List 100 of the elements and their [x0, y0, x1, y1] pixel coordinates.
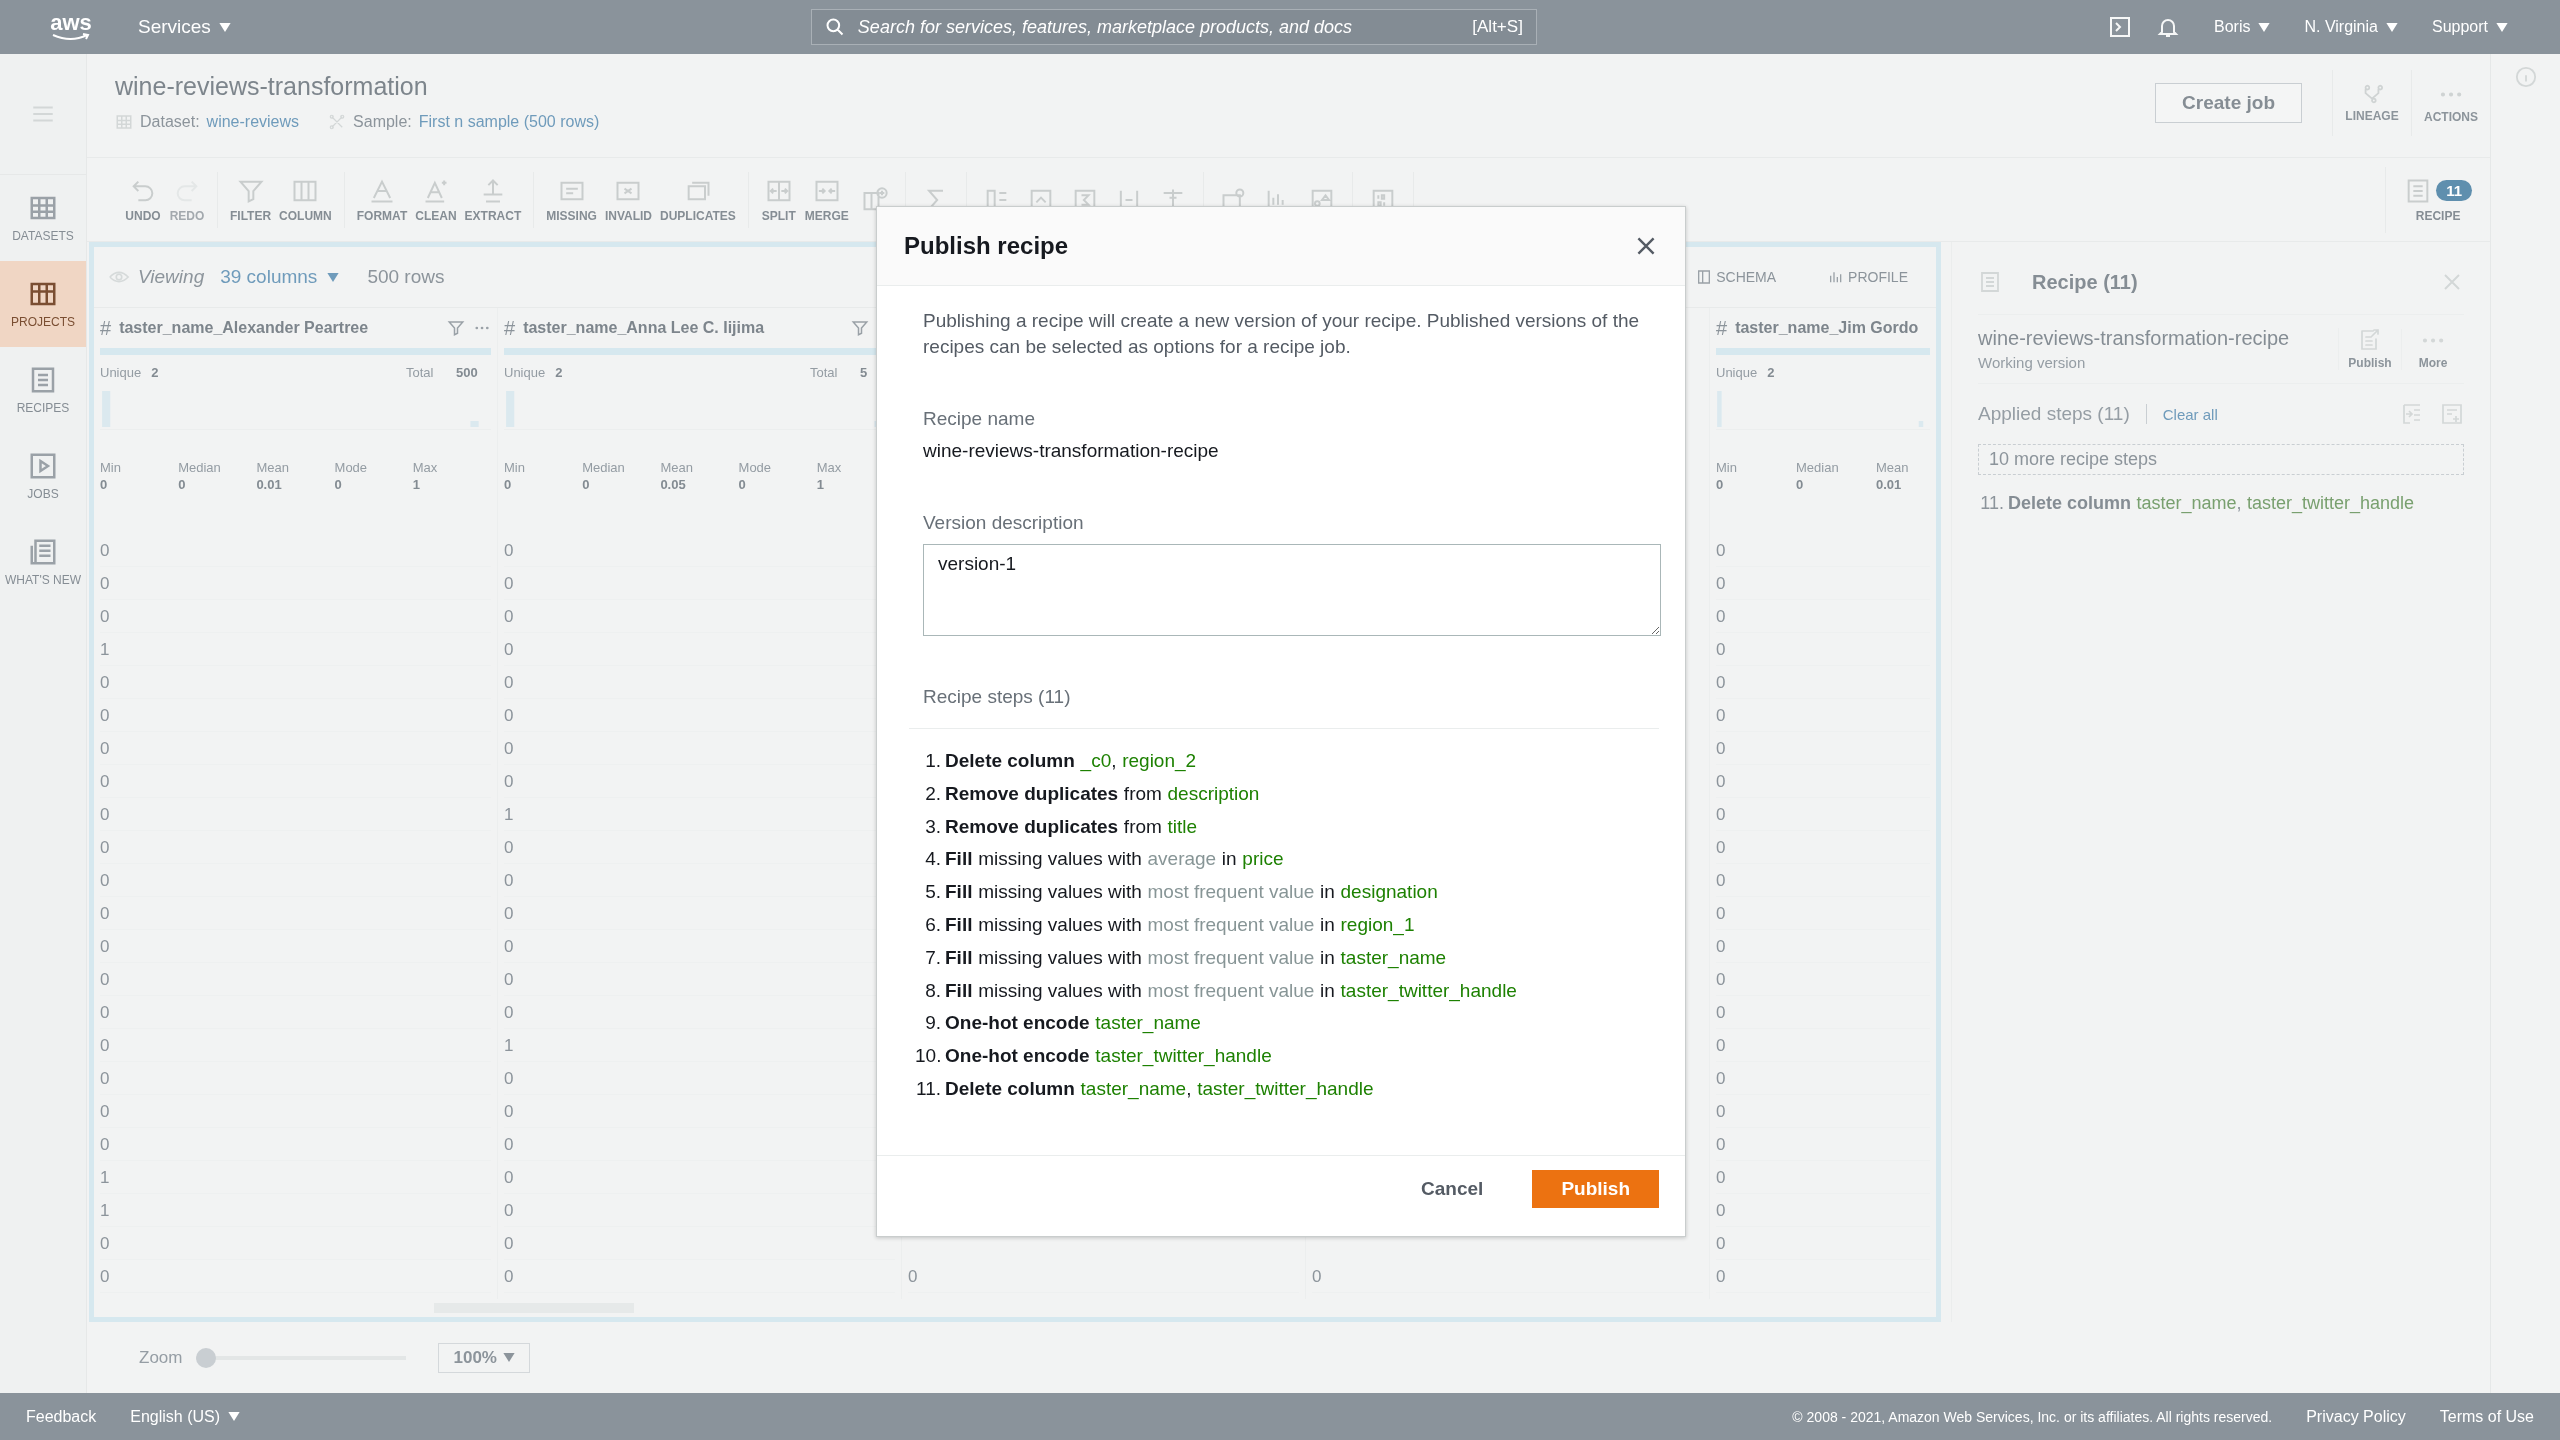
recipe-step: 4. Fill missing values with average in price [915, 843, 1659, 877]
header-action-button[interactable]: LINEAGE [2332, 70, 2411, 136]
numeric-type-icon: # [100, 316, 112, 340]
table-cell: 0 [1716, 1062, 1930, 1095]
table-cell: 0 [100, 798, 491, 831]
table-cell: 0 [1716, 600, 1930, 633]
recipe-step: 5. Fill missing values with most frequent value in designation [915, 876, 1659, 909]
view-tab[interactable]: SCHEMA [1696, 269, 1777, 285]
table-cell: 0 [1716, 666, 1930, 699]
filter-icon[interactable] [447, 319, 465, 337]
toolbar-button[interactable]: DUPLICATES [660, 176, 736, 223]
table-cell: 0 [504, 1260, 895, 1293]
filter-icon[interactable] [851, 319, 869, 337]
caret-icon [2258, 22, 2271, 32]
list-icon [1978, 270, 2002, 294]
nav-menu[interactable]: N. Virginia [2304, 18, 2398, 36]
toolbar-button[interactable]: CLEAN [415, 176, 457, 223]
recipe-step: 10. One-hot encode taster_twitter_handle [915, 1040, 1659, 1073]
table-cell: 0 [1716, 1095, 1930, 1128]
info-icon[interactable] [2514, 66, 2537, 88]
numeric-type-icon: # [504, 316, 516, 340]
recipe-step: 7. Fill missing values with most frequent value in taster_name [915, 941, 1659, 975]
copyright-text: © 2008 - 2021, Amazon Web Services, Inc. or its affiliates. All rights reserved. [1792, 1408, 2273, 1425]
sample-icon [328, 113, 347, 131]
view-tab[interactable]: PROFILE [1828, 269, 1908, 285]
field-label: Version description [923, 512, 1085, 534]
create-job-button[interactable]: Create job [2155, 83, 2302, 123]
columns-dropdown[interactable]: 39 columns [220, 266, 340, 288]
aws-logo[interactable]: aws [48, 13, 94, 41]
table-cell: 0 [1716, 897, 1930, 930]
table-cell: 0 [1716, 534, 1930, 567]
table-cell: 0 [100, 567, 491, 600]
table-cell: 0 [1716, 1029, 1930, 1062]
column-header[interactable]: taster_name_Alexander Peartree [119, 319, 369, 337]
table-cell: 1 [100, 1194, 491, 1227]
footer-link[interactable]: Terms of Use [2439, 1407, 2534, 1426]
panel-action-button[interactable]: Publish [2338, 328, 2401, 370]
news-icon [28, 537, 58, 567]
recipe-name-value: wine-reviews-transformation-recipe [923, 440, 1220, 462]
toolbar-button[interactable]: FILTER [230, 176, 272, 223]
viewing-label: Viewing [138, 266, 205, 288]
sidebar-item[interactable]: RECIPES [0, 347, 86, 433]
total-label: Total [406, 364, 434, 380]
stat-value: 0 [504, 477, 513, 492]
toolbar-button[interactable]: MISSING [546, 176, 597, 223]
dataset-link[interactable]: wine-reviews [206, 113, 300, 131]
smile-icon [51, 33, 91, 41]
zoom-dropdown[interactable]: 100% [438, 1342, 530, 1373]
table-cell: 0 [100, 1062, 491, 1095]
language-selector[interactable]: English (US) [130, 1407, 241, 1426]
toolbar-button[interactable]: EXTRACT [464, 176, 522, 223]
stat-label: Mean [256, 460, 290, 475]
recipe-step[interactable]: 11. Delete column taster_name, taster_twitter_handle [1978, 493, 2464, 514]
table-cell: 0 [100, 765, 491, 798]
feedback-link[interactable]: Feedback [26, 1407, 97, 1426]
sidebar-item[interactable]: PROJECTS [0, 261, 86, 347]
zoom-label: Zoom [139, 1347, 183, 1368]
caret-icon [327, 272, 340, 282]
field-label: Recipe name [923, 408, 1036, 430]
toolbar-button[interactable]: UNDO [125, 176, 161, 223]
toolbar-button[interactable]: INVALID [604, 176, 652, 223]
sample-link[interactable]: First n sample (500 rows) [418, 113, 600, 131]
sidebar-item[interactable]: JOBS [0, 433, 86, 519]
recipe-step: 2. Remove duplicates from description [915, 777, 1659, 811]
table-cell: 0 [100, 1029, 491, 1062]
recipe-step: 11. Delete column taster_name, taster_twitter_handle [915, 1072, 1659, 1106]
sidebar-item[interactable]: WHAT'S NEW [0, 519, 86, 605]
caret-icon [502, 1353, 515, 1362]
stat-value: 0.01 [256, 477, 283, 492]
stat-label: Min [504, 460, 526, 475]
nav-menu[interactable]: Support [2431, 18, 2508, 36]
table-cell: 1 [100, 1161, 491, 1194]
publish-button[interactable]: Publish [1532, 1170, 1659, 1208]
recipe-toggle-button[interactable]: 11 RECIPE [2385, 166, 2490, 233]
clear-all-link[interactable]: Clear all [2162, 405, 2218, 423]
add-step-icon[interactable] [2440, 402, 2464, 426]
recipe-name: wine-reviews-transformation-recipe [1978, 327, 2291, 350]
toolbar-button[interactable]: SPLIT [760, 176, 797, 223]
panel-action-button[interactable]: More [2401, 328, 2464, 370]
table-icon [115, 113, 133, 131]
sidebar-item[interactable]: DATASETS [0, 175, 86, 261]
version-description-field[interactable]: version-1 [923, 544, 1661, 636]
terminal-icon[interactable] [2108, 15, 2132, 39]
table-cell: 0 [1716, 567, 1930, 600]
sample-label: Sample: [353, 113, 412, 131]
header-action-button[interactable]: ACTIONS [2411, 70, 2490, 136]
table-cell: 0 [1716, 1260, 1930, 1293]
unique-value: 2 [555, 364, 563, 380]
toolbar-button[interactable]: MERGE [804, 176, 849, 223]
table-cell: 0 [100, 831, 491, 864]
services-menu[interactable]: Services [138, 16, 231, 38]
collapsed-steps[interactable]: 10 more recipe steps [1978, 444, 2464, 475]
footer-link[interactable]: Privacy Policy [2306, 1407, 2406, 1426]
column-header[interactable]: taster_name_Anna Lee C. Iijima [523, 319, 765, 337]
nav-menu[interactable]: Boris [2214, 18, 2271, 36]
toolbar-button[interactable]: FORMAT [356, 176, 408, 223]
toolbar-button[interactable]: COLUMN [279, 176, 332, 223]
column-header[interactable]: taster_name_Jim Gordo [1735, 319, 1919, 337]
version-label: Working version [1978, 354, 2087, 371]
recipe-step: 6. Fill missing values with most frequent value in region_1 [915, 909, 1659, 942]
